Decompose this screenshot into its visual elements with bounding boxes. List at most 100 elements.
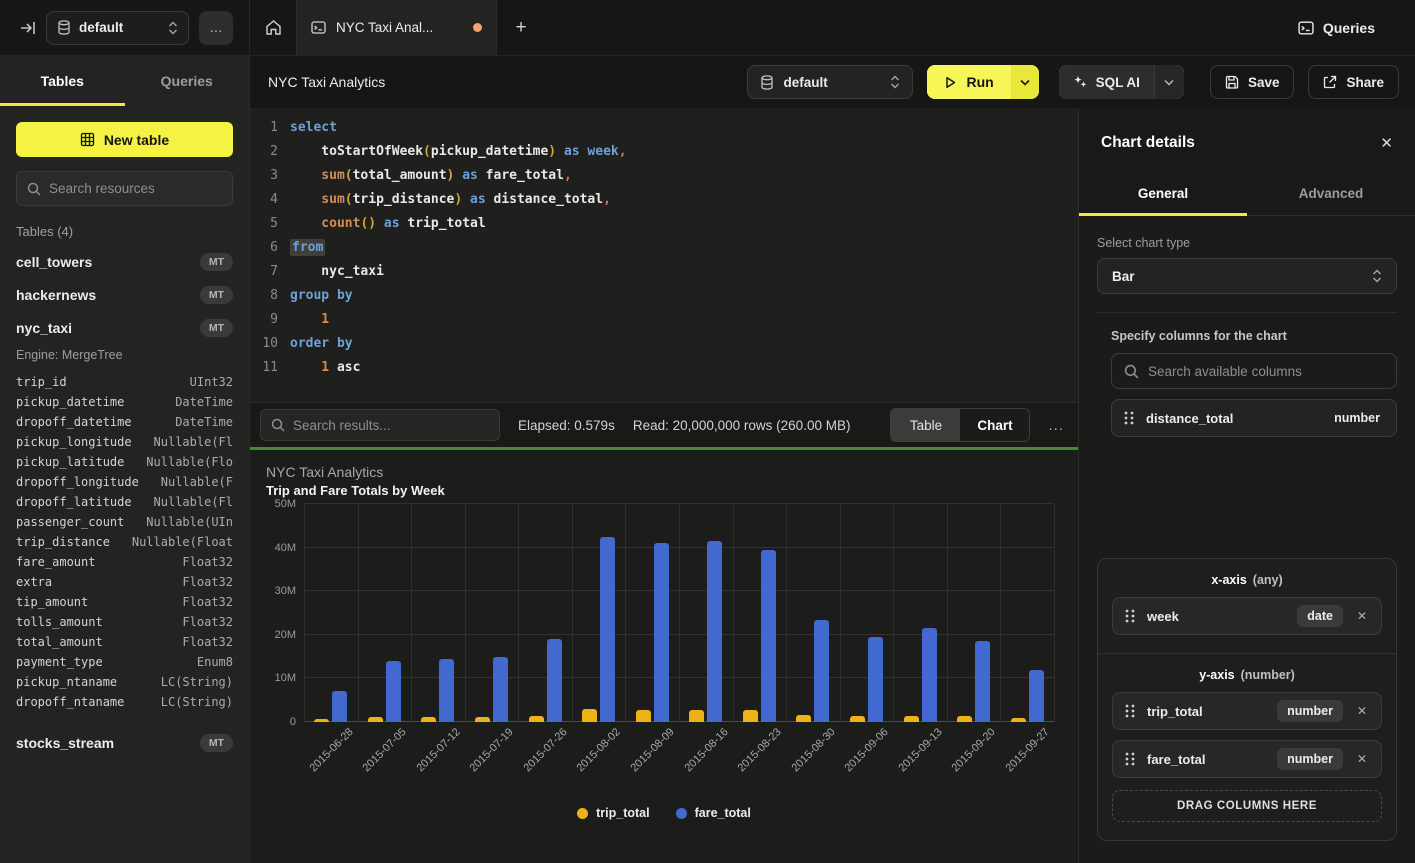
table-item-stocks_stream[interactable]: stocks_streamMT (16, 726, 233, 759)
bar-trip_total[interactable] (689, 710, 704, 722)
sidebar-tab-tables[interactable]: Tables (0, 56, 125, 106)
bar-fare_total[interactable] (654, 543, 669, 722)
sql-editor[interactable]: 1234567891011 selecttoStartOfWeek(pickup… (250, 108, 1078, 402)
column-chip-trip_total[interactable]: trip_totalnumber✕ (1112, 692, 1382, 730)
unsaved-dot (473, 23, 482, 32)
x-tick-label: 2015-06-28 (307, 726, 355, 774)
share-button[interactable]: Share (1308, 65, 1399, 99)
tab-general[interactable]: General (1079, 172, 1247, 215)
search-results-input[interactable] (293, 418, 489, 433)
bar-trip_total[interactable] (796, 715, 811, 722)
bar-trip_total[interactable] (582, 709, 597, 722)
close-button[interactable]: ✕ (1380, 134, 1393, 152)
toolbar-database-selector[interactable]: default (747, 65, 913, 99)
code-line: nyc_taxi (290, 260, 1078, 284)
search-columns-input[interactable] (1148, 364, 1384, 379)
bar-fare_total[interactable] (814, 620, 829, 722)
editor-code[interactable]: selecttoStartOfWeek(pickup_datetime) as … (290, 116, 1078, 402)
column-name: fare_amount (16, 555, 95, 569)
tables-list: cell_towersMThackernewsMTnyc_taxiMTEngin… (0, 245, 249, 863)
bar-fare_total[interactable] (1029, 670, 1044, 722)
column-chip-distance_total[interactable]: distance_totalnumber (1111, 399, 1397, 437)
y-axis-header: y-axis(number) (1112, 668, 1382, 682)
x-tick-label: 2015-07-26 (521, 726, 569, 774)
column-row: trip_idUInt32 (16, 372, 233, 392)
tab-nyc-taxi-analytics[interactable]: NYC Taxi Anal... (296, 0, 497, 55)
bar-group (733, 504, 787, 722)
search-resources-input[interactable] (49, 181, 222, 196)
remove-chip-button[interactable]: ✕ (1355, 704, 1369, 718)
save-icon (1225, 75, 1239, 89)
bar-fare_total[interactable] (386, 661, 401, 722)
bar-trip_total[interactable] (743, 710, 758, 722)
sql-ai-label: SQL AI (1096, 75, 1140, 90)
bar-fare_total[interactable] (761, 550, 776, 722)
collapse-sidebar-button[interactable] (20, 20, 36, 36)
tab-advanced[interactable]: Advanced (1247, 172, 1415, 215)
bar-fare_total[interactable] (922, 628, 937, 722)
column-type: Nullable(Fl (154, 495, 233, 509)
column-row: fare_amountFloat32 (16, 552, 233, 572)
view-table-button[interactable]: Table (891, 409, 960, 441)
bar-group (1001, 504, 1055, 722)
column-name: trip_id (16, 375, 67, 389)
tab-title: NYC Taxi Anal... (336, 20, 463, 35)
column-type: Enum8 (197, 655, 233, 669)
drag-handle-icon[interactable] (1125, 703, 1135, 719)
bar-trip_total[interactable] (636, 710, 651, 722)
sql-ai-chevron[interactable] (1154, 65, 1184, 99)
more-button[interactable]: ... (199, 11, 233, 45)
code-line: order by (290, 332, 1078, 356)
drag-handle-icon[interactable] (1124, 410, 1134, 426)
table-name: hackernews (16, 287, 96, 303)
x-tick-label: 2015-08-23 (736, 726, 784, 774)
column-chip-week[interactable]: weekdate✕ (1112, 597, 1382, 635)
column-row: pickup_datetimeDateTime (16, 392, 233, 412)
view-chart-button[interactable]: Chart (960, 409, 1029, 441)
search-icon (271, 418, 285, 432)
remove-chip-button[interactable]: ✕ (1355, 609, 1369, 623)
sql-ai-button[interactable]: SQL AI (1059, 65, 1184, 99)
column-chip-fare_total[interactable]: fare_totalnumber✕ (1112, 740, 1382, 778)
home-icon (265, 19, 282, 36)
database-selector[interactable]: default (46, 11, 189, 45)
bar-group (947, 504, 1001, 722)
bar-fare_total[interactable] (868, 637, 883, 722)
engine-badge: MT (200, 286, 233, 304)
drag-handle-icon[interactable] (1125, 608, 1135, 624)
drop-zone[interactable]: DRAG COLUMNS HERE (1112, 790, 1382, 822)
results-more-button[interactable]: ... (1048, 417, 1064, 434)
queries-link[interactable]: Queries (1298, 20, 1375, 36)
column-type: Float32 (182, 575, 233, 589)
search-columns-box (1111, 353, 1397, 389)
chart-type-select[interactable]: Bar (1097, 258, 1397, 294)
save-button[interactable]: Save (1210, 65, 1295, 99)
table-item-nyc_taxi[interactable]: nyc_taxiMT (16, 311, 233, 344)
column-type: Nullable(F (161, 475, 233, 489)
database-icon (57, 20, 71, 35)
sidebar-tab-queries[interactable]: Queries (125, 56, 250, 106)
home-button[interactable] (250, 0, 296, 55)
bar-fare_total[interactable] (493, 657, 508, 722)
bar-group (304, 504, 358, 722)
bar-fare_total[interactable] (975, 641, 990, 722)
run-options-chevron[interactable] (1011, 65, 1039, 99)
drag-handle-icon[interactable] (1125, 751, 1135, 767)
database-selector-value: default (79, 20, 160, 35)
column-type: Nullable(Flo (146, 455, 233, 469)
remove-chip-button[interactable]: ✕ (1355, 752, 1369, 766)
query-toolbar: NYC Taxi Analytics default Ru (250, 56, 1415, 108)
bar-fare_total[interactable] (547, 639, 562, 722)
x-axis-chips: weekdate✕ (1112, 597, 1382, 635)
bar-fare_total[interactable] (600, 537, 615, 722)
table-item-hackernews[interactable]: hackernews MT (16, 278, 233, 311)
new-tab-button[interactable]: + (497, 0, 545, 55)
bar-fare_total[interactable] (439, 659, 454, 722)
bar-fare_total[interactable] (707, 541, 722, 722)
bar-fare_total[interactable] (332, 691, 347, 722)
table-item-cell_towers[interactable]: cell_towersMT (16, 245, 233, 278)
queries-label: Queries (1323, 20, 1375, 36)
column-row: dropoff_latitudeNullable(Fl (16, 492, 233, 512)
run-button[interactable]: Run (927, 65, 1038, 99)
new-table-button[interactable]: New table (16, 122, 233, 157)
